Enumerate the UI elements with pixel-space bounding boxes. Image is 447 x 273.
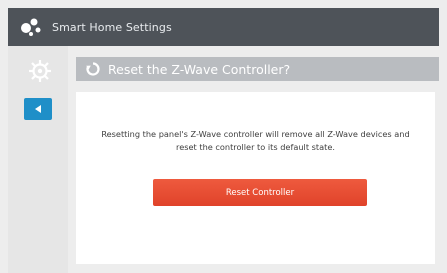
gear-icon[interactable] <box>27 58 53 84</box>
smart-home-logo-icon <box>21 18 41 36</box>
app-window: Smart Home Settings Reset the Z-Wave Con… <box>0 0 447 273</box>
dialog-title: Reset the Z-Wave Controller? <box>108 61 291 77</box>
app-title: Smart Home Settings <box>52 20 172 34</box>
back-arrow-icon <box>35 105 41 113</box>
top-bar: Smart Home Settings <box>8 8 439 46</box>
refresh-icon <box>86 62 100 76</box>
reset-controller-button[interactable]: Reset Controller <box>153 179 367 206</box>
reset-warning-message: Resetting the panel's Z-Wave controller … <box>101 129 410 152</box>
left-rail <box>8 46 68 273</box>
dialog-panel: Resetting the panel's Z-Wave controller … <box>76 92 435 264</box>
back-button[interactable] <box>24 98 52 120</box>
dialog-header: Reset the Z-Wave Controller? <box>76 57 439 81</box>
